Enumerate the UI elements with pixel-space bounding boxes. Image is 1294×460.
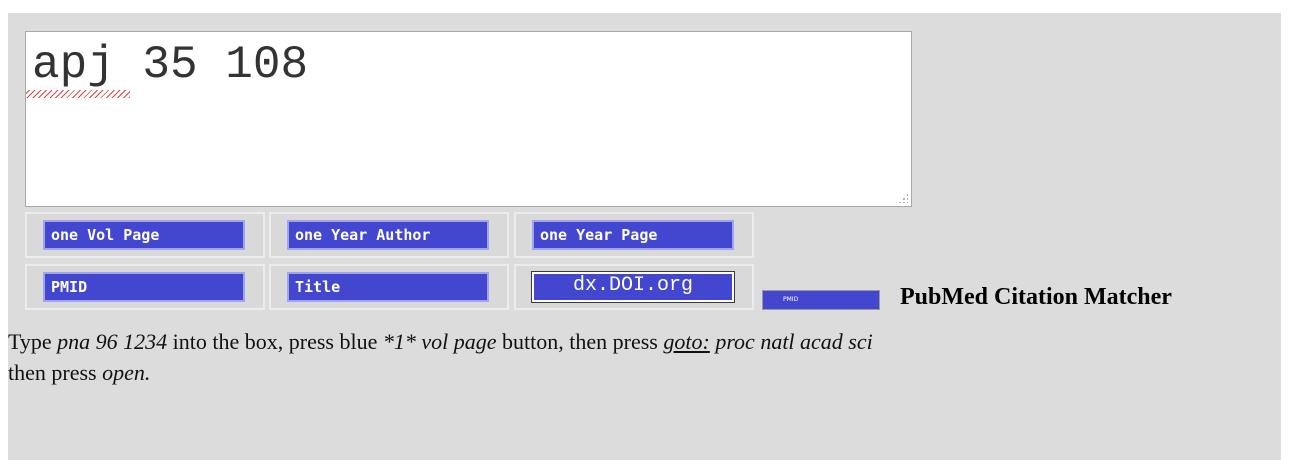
button-cell-vol-page: one Vol Page <box>25 212 265 258</box>
button-cell-doi: dx.DOI.org <box>514 264 754 310</box>
one-year-page-button[interactable]: one Year Page <box>532 220 734 250</box>
button-cell-title: Title <box>269 264 509 310</box>
query-text: apj 35 108 <box>32 39 309 91</box>
pmid-button[interactable]: PMID <box>43 272 245 302</box>
instructions-line-2: then press open. <box>8 360 151 385</box>
goto-link[interactable]: goto: <box>663 329 709 354</box>
pmid-small-button[interactable]: PMID <box>762 290 880 310</box>
citation-query-textarea[interactable]: apj 35 108 <box>25 31 912 207</box>
instructions-line-1: Type pna 96 1234 into the box, press blu… <box>8 329 873 354</box>
instructions-text: Type pna 96 1234 into the box, press blu… <box>8 326 1281 388</box>
spellcheck-underline <box>26 90 130 98</box>
one-vol-page-button[interactable]: one Vol Page <box>43 220 245 250</box>
one-year-author-button[interactable]: one Year Author <box>287 220 489 250</box>
pubmed-citation-matcher-label: PubMed Citation Matcher <box>900 284 1172 310</box>
resize-grip-icon[interactable] <box>898 193 908 203</box>
button-cell-year-author: one Year Author <box>269 212 509 258</box>
button-cell-year-page: one Year Page <box>514 212 754 258</box>
button-cell-pmid: PMID <box>25 264 265 310</box>
title-button[interactable]: Title <box>287 272 489 302</box>
dx-doi-org-button[interactable]: dx.DOI.org <box>531 271 735 303</box>
